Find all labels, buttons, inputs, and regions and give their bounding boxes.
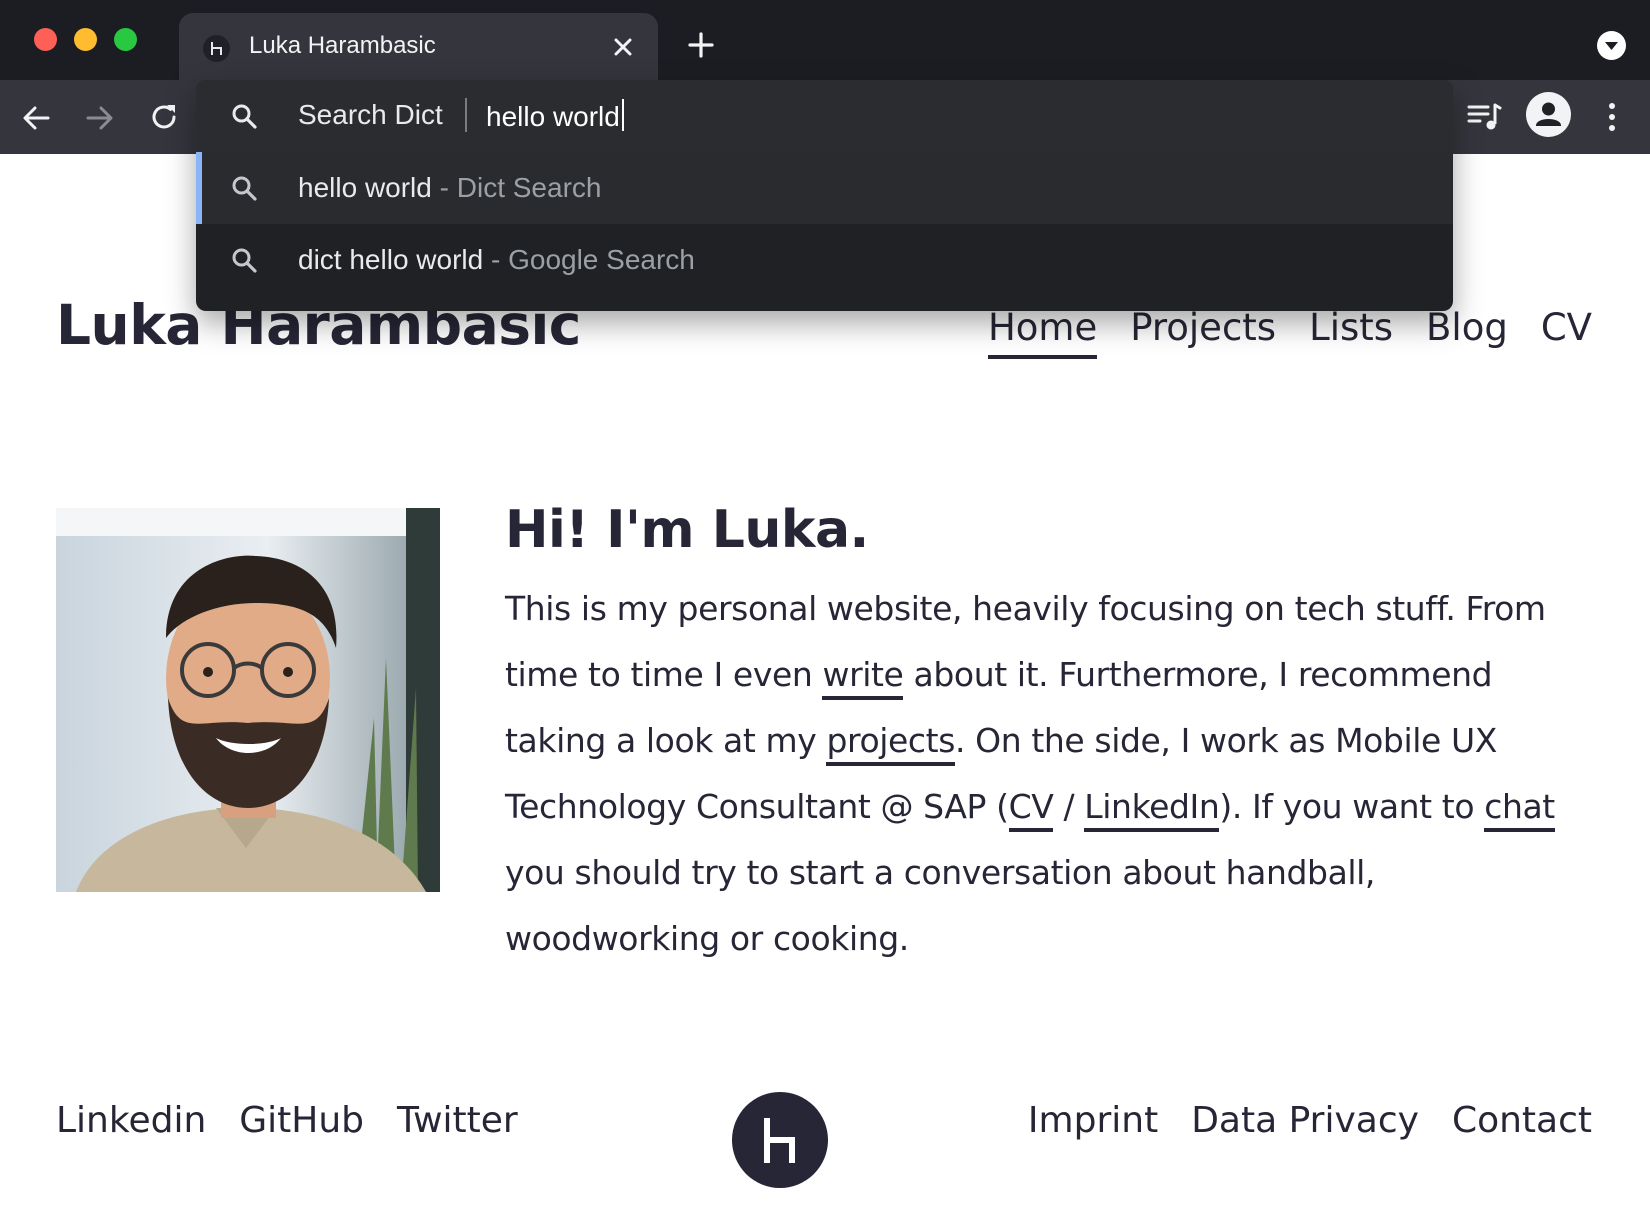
site-logo-icon[interactable] [732, 1092, 828, 1188]
close-window-button[interactable] [34, 28, 57, 51]
search-icon [232, 104, 257, 129]
suggestion-label: dict hello world - Google Search [298, 244, 695, 276]
intro-text-4: / [1053, 787, 1085, 826]
suggestion-label: hello world - Dict Search [298, 172, 601, 204]
maximize-window-button[interactable] [114, 28, 137, 51]
suggestion-source: Dict Search [456, 172, 602, 203]
search-icon [232, 248, 257, 273]
back-arrow-icon[interactable] [20, 102, 52, 134]
footer-legal-links: Imprint Data Privacy Contact [1028, 1100, 1592, 1141]
intro-text-6: you should try to start a conversation a… [505, 853, 1376, 958]
footer-imprint-link[interactable]: Imprint [1028, 1100, 1158, 1141]
footer-github-link[interactable]: GitHub [239, 1100, 364, 1141]
footer-contact-link[interactable]: Contact [1452, 1100, 1592, 1141]
address-bar[interactable]: Search Dict hello world [196, 80, 1453, 152]
nav-home[interactable]: Home [987, 306, 1098, 359]
footer-linkedin-link[interactable]: Linkedin [56, 1100, 206, 1141]
chat-link[interactable]: chat [1484, 787, 1555, 832]
query-text: hello world [486, 101, 620, 132]
forward-arrow-icon[interactable] [84, 102, 116, 134]
main-nav: Home Projects Lists Blog CV [987, 306, 1592, 359]
tab-title: Luka Harambasic [249, 32, 436, 59]
new-tab-icon[interactable] [686, 30, 716, 60]
omnibox-suggestion[interactable]: hello world - Dict Search [196, 152, 1453, 224]
search-icon [232, 176, 257, 201]
address-input[interactable]: hello world [486, 99, 624, 133]
omnibox-suggestion[interactable]: dict hello world - Google Search [196, 224, 1453, 296]
suggestion-text: dict hello world [298, 244, 484, 275]
minimize-window-button[interactable] [74, 28, 97, 51]
reload-icon[interactable] [148, 101, 180, 133]
suggestion-separator: - [483, 244, 509, 275]
intro-text-5: ). If you want to [1219, 787, 1485, 826]
nav-projects[interactable]: Projects [1130, 306, 1276, 359]
footer-social-links: Linkedin GitHub Twitter [56, 1100, 518, 1141]
chevron-down-icon [1605, 42, 1618, 50]
nav-cv[interactable]: CV [1541, 306, 1592, 359]
nav-lists[interactable]: Lists [1309, 306, 1393, 359]
footer-twitter-link[interactable]: Twitter [397, 1100, 518, 1141]
tab-strip: Luka Harambasic [0, 0, 1650, 80]
cv-link[interactable]: CV [1008, 787, 1054, 832]
greeting-heading: Hi! I'm Luka. [505, 500, 869, 560]
search-keyword-chip: Search Dict [298, 99, 443, 130]
close-tab-icon[interactable] [609, 33, 637, 61]
more-menu-icon[interactable] [1602, 99, 1622, 135]
linkedin-link[interactable]: LinkedIn [1084, 787, 1220, 832]
keyword-divider [465, 98, 467, 132]
profile-photo [56, 508, 440, 892]
site-favicon-icon [203, 35, 230, 62]
projects-link[interactable]: projects [826, 721, 955, 766]
omnibox-dropdown: Search Dict hello world hello world - Di… [196, 80, 1453, 311]
suggestion-text: hello world [298, 172, 432, 203]
tab-search-button[interactable] [1597, 31, 1626, 60]
active-tab[interactable]: Luka Harambasic [179, 13, 658, 80]
write-link[interactable]: write [822, 655, 904, 700]
media-control-icon[interactable] [1466, 99, 1502, 135]
profile-avatar[interactable] [1526, 92, 1571, 137]
suggestion-source: Google Search [508, 244, 695, 275]
footer-data-privacy-link[interactable]: Data Privacy [1191, 1100, 1419, 1141]
text-caret [621, 99, 624, 131]
intro-paragraph: This is my personal website, heavily foc… [505, 576, 1595, 972]
nav-blog[interactable]: Blog [1426, 306, 1508, 359]
person-icon [1536, 102, 1561, 126]
suggestion-separator: - [431, 172, 457, 203]
